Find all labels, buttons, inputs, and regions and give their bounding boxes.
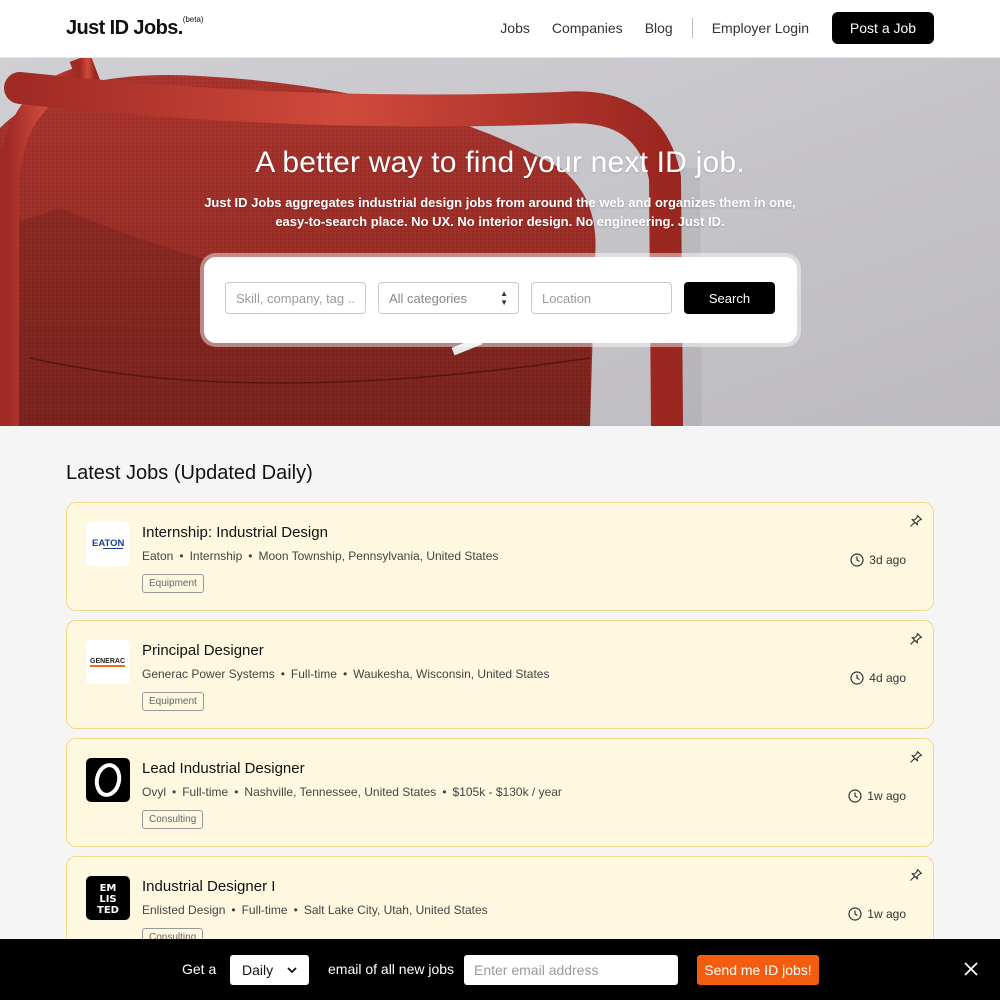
search-button[interactable]: Search (684, 282, 775, 314)
job-meta: Enlisted Design • Full-time • Salt Lake City… (142, 903, 488, 917)
job-location: Nashville, Tennessee, United States (244, 785, 437, 799)
logo-wordmark: GENERAC (90, 658, 125, 665)
meta-separator: • (280, 667, 285, 681)
keyword-placeholder: Skill, company, tag .. (236, 290, 355, 306)
category-value: All categories (389, 290, 468, 306)
job-title[interactable]: Principal Designer (142, 642, 264, 659)
job-title[interactable]: Lead Industrial Designer (142, 760, 305, 777)
location-input[interactable]: Location (531, 282, 672, 314)
job-location: Moon Township, Pennsylvania, United Stat… (258, 549, 499, 563)
main-nav: Jobs Companies Blog Employer Login Post … (500, 12, 934, 44)
hero-subtitle: Just ID Jobs aggregates industrial desig… (204, 195, 796, 229)
email-placeholder: Enter email address (474, 962, 599, 978)
meta-separator: • (442, 785, 447, 799)
clock-icon (848, 789, 862, 803)
meta-separator: • (172, 785, 177, 799)
hero-section: A better way to find your next ID job. J… (0, 58, 1000, 426)
svg-text:LIS: LIS (99, 894, 116, 905)
job-posted-time: 4d ago (850, 671, 906, 685)
job-tag[interactable]: Equipment (142, 574, 204, 593)
site-header: Just ID Jobs.(beta) Jobs Companies Blog … (0, 0, 1000, 58)
pin-icon[interactable] (909, 750, 923, 764)
pin-icon[interactable] (909, 868, 923, 882)
job-posted-time: 3d ago (850, 553, 906, 567)
job-salary: $105k - $130k / year (452, 785, 562, 799)
hero-title: A better way to find your next ID job. (255, 146, 745, 179)
beta-badge: (beta) (182, 15, 204, 25)
meta-separator: • (248, 549, 253, 563)
ovyl-logo-icon (86, 758, 130, 802)
eaton-logo-icon: EATON (86, 522, 130, 566)
generac-logo-icon: GENERAC (86, 640, 130, 684)
meta-separator: • (179, 549, 184, 563)
close-icon[interactable] (962, 960, 980, 978)
nav-companies[interactable]: Companies (552, 20, 623, 36)
job-type: Full-time (290, 667, 337, 681)
meta-separator: • (234, 785, 239, 799)
job-type: Internship (189, 549, 243, 563)
posted-label: 3d ago (869, 553, 906, 567)
job-meta: Eaton • Internship • Moon Township, Pennsylv… (142, 549, 498, 563)
posted-label: 1w ago (867, 907, 906, 921)
job-company: Enlisted Design (142, 903, 226, 917)
select-arrows-icon: ▲ ▼ (500, 289, 508, 307)
job-card[interactable]: EATON Internship: Industrial Design Eato… (66, 502, 934, 611)
frequency-select[interactable]: Daily (230, 955, 309, 985)
subscribe-suffix: email of all new jobs (328, 961, 455, 977)
keyword-search-input[interactable]: Skill, company, tag .. (225, 282, 366, 314)
job-title[interactable]: Internship: Industrial Design (142, 524, 328, 541)
job-company: Generac Power Systems (142, 667, 275, 681)
nav-jobs[interactable]: Jobs (500, 20, 530, 36)
job-type: Full-time (182, 785, 229, 799)
post-job-button[interactable]: Post a Job (832, 12, 934, 44)
job-card[interactable]: GENERAC Principal Designer Generac Power… (66, 620, 934, 729)
posted-label: 4d ago (869, 671, 906, 685)
pin-icon[interactable] (909, 632, 923, 646)
job-company: Eaton (142, 549, 174, 563)
email-input[interactable]: Enter email address (464, 955, 678, 985)
enlisted-logo-icon: EM LIS TED (86, 876, 130, 920)
svg-text:EM: EM (100, 883, 117, 894)
clock-icon (848, 907, 862, 921)
subscribe-prefix: Get a (182, 961, 217, 977)
meta-separator: • (293, 903, 298, 917)
job-card[interactable]: Lead Industrial Designer Ovyl • Full-time •… (66, 738, 934, 847)
employer-login-link[interactable]: Employer Login (712, 20, 809, 36)
pin-icon[interactable] (909, 514, 923, 528)
clock-icon (850, 553, 864, 567)
frequency-value: Daily (242, 962, 274, 978)
chevron-down-icon (287, 967, 297, 974)
logo-text: Just ID Jobs. (66, 17, 183, 39)
meta-separator: • (231, 903, 236, 917)
job-location: Waukesha, Wisconsin, United States (353, 667, 550, 681)
subscribe-button[interactable]: Send me ID jobs! (697, 955, 819, 985)
job-company: Ovyl (142, 785, 166, 799)
hero-chair-image (0, 58, 1000, 426)
location-placeholder: Location (542, 290, 592, 306)
jobs-section-title: Latest Jobs (Updated Daily) (66, 462, 313, 484)
nav-divider (691, 18, 693, 38)
svg-text:TED: TED (97, 905, 119, 916)
category-select[interactable]: All categories ▲ ▼ (378, 282, 519, 314)
subscribe-bar: Get a Daily email of all new jobs Enter … (0, 939, 1000, 1000)
meta-separator: • (342, 667, 348, 681)
nav-blog[interactable]: Blog (645, 20, 673, 36)
job-tag[interactable]: Equipment (142, 692, 204, 711)
job-meta: Generac Power Systems • Full-time • Waukesha… (142, 667, 549, 681)
posted-label: 1w ago (867, 789, 906, 803)
job-meta: Ovyl • Full-time • Nashville, Tennessee, Uni… (142, 785, 562, 799)
job-posted-time: 1w ago (848, 789, 906, 803)
site-logo[interactable]: Just ID Jobs.(beta) (66, 15, 204, 40)
job-location: Salt Lake City, Utah, United States (303, 903, 488, 917)
clock-icon (850, 671, 864, 685)
job-posted-time: 1w ago (848, 907, 906, 921)
job-type: Full-time (241, 903, 288, 917)
logo-wordmark: EATON (92, 538, 125, 549)
job-title[interactable]: Industrial Designer I (142, 878, 275, 895)
search-panel: Skill, company, tag .. All categories ▲ ▼… (204, 257, 797, 343)
job-tag[interactable]: Consulting (142, 810, 204, 829)
